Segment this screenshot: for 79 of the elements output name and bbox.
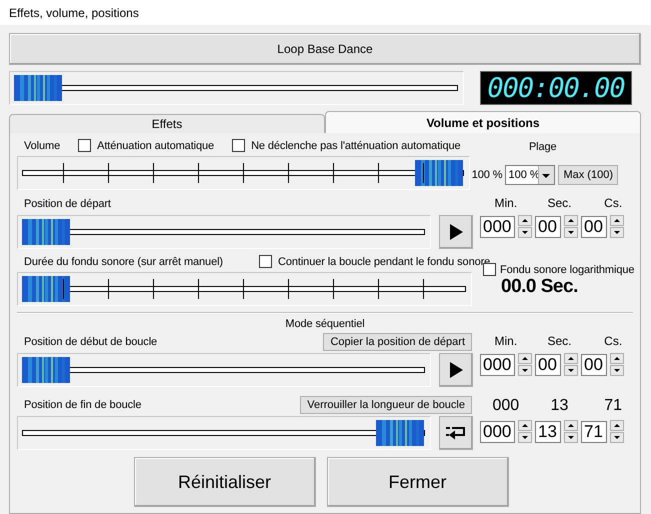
checkbox[interactable] xyxy=(232,139,246,152)
column-label: Min. xyxy=(494,196,518,210)
action-button[interactable]: Verrouiller la longueur de boucle xyxy=(300,396,472,414)
time-display: 000:00.00 xyxy=(480,71,632,105)
spin-up-button[interactable] xyxy=(564,215,578,226)
time-readout: 71 xyxy=(603,397,624,415)
spin-down-button[interactable] xyxy=(564,432,578,443)
checkbox-label: Fondu sonore logarithmique xyxy=(500,264,634,276)
play-button[interactable] xyxy=(439,215,473,249)
spin-down-button[interactable] xyxy=(518,227,532,238)
slider-thumb[interactable] xyxy=(22,219,70,245)
field-label: Position de début de boucle xyxy=(23,336,158,348)
field-label: Position de fin de boucle xyxy=(23,399,142,411)
spin-up-button[interactable] xyxy=(610,420,624,431)
spin-up-button[interactable] xyxy=(610,215,624,226)
checkbox[interactable] xyxy=(78,139,92,152)
slider-thumb[interactable] xyxy=(22,276,70,302)
play-button[interactable] xyxy=(439,353,473,387)
field-label: Durée du fondu sonore (sur arrêt manuel) xyxy=(24,256,223,268)
section-title: Mode séquentiel xyxy=(285,318,365,330)
time-field[interactable]: 13 xyxy=(535,420,561,442)
column-label: Min. xyxy=(494,334,518,348)
spin-down-button[interactable] xyxy=(610,365,624,376)
time-field[interactable]: 000 xyxy=(480,354,515,376)
column-label: Cs. xyxy=(603,334,624,348)
time-field[interactable]: 71 xyxy=(581,420,607,442)
spin-down-button[interactable] xyxy=(564,365,578,376)
play-icon xyxy=(449,362,463,378)
spin-down-button[interactable] xyxy=(564,227,578,238)
tab[interactable]: Volume et positions xyxy=(325,111,641,133)
spin-up-button[interactable] xyxy=(518,420,532,431)
slider-track[interactable] xyxy=(17,215,431,249)
loop-icon xyxy=(446,426,466,440)
slider-track[interactable] xyxy=(17,156,470,190)
close-button[interactable]: Fermer xyxy=(326,457,508,507)
checkbox-label: Ne déclenche pas l'atténuation automatique xyxy=(251,140,461,152)
spin-up-button[interactable] xyxy=(564,353,578,364)
field-label: Position de départ xyxy=(23,198,111,210)
time-field[interactable]: 000 xyxy=(480,420,515,442)
spin-up-button[interactable] xyxy=(518,353,532,364)
column-label: Sec. xyxy=(546,334,573,348)
checkbox-label: Atténuation automatique xyxy=(97,140,214,152)
slider-thumb[interactable] xyxy=(376,420,424,446)
spin-up-button[interactable] xyxy=(564,420,578,431)
volume-reading: 100 % xyxy=(472,169,502,181)
play-icon xyxy=(449,224,463,240)
time-readout: 13 xyxy=(550,397,570,415)
window-title: Effets, volume, positions xyxy=(0,0,651,25)
time-field[interactable]: 000 xyxy=(480,216,515,238)
time-field[interactable]: 00 xyxy=(535,216,561,238)
slider-track[interactable] xyxy=(9,71,464,105)
time-field[interactable]: 00 xyxy=(581,216,607,238)
max-button[interactable]: Max (100) xyxy=(558,165,618,185)
field-label: Volume xyxy=(24,140,60,152)
spin-up-button[interactable] xyxy=(610,353,624,364)
spin-down-button[interactable] xyxy=(518,432,532,443)
track-button[interactable]: Loop Base Dance xyxy=(9,33,641,65)
slider-thumb[interactable] xyxy=(22,357,70,383)
action-button[interactable]: Copier la position de départ xyxy=(323,333,472,351)
spin-down-button[interactable] xyxy=(518,365,532,376)
fade-duration: 00.0 Sec. xyxy=(500,276,579,298)
slider-track[interactable] xyxy=(17,416,431,450)
column-label: Sec. xyxy=(546,196,573,210)
spin-down-button[interactable] xyxy=(610,432,624,443)
reset-button[interactable]: Réinitialiser xyxy=(134,457,316,507)
checkbox[interactable] xyxy=(259,255,272,268)
slider-thumb[interactable] xyxy=(14,75,62,101)
spin-up-button[interactable] xyxy=(518,215,532,226)
slider-thumb[interactable] xyxy=(414,160,463,186)
tab[interactable]: Effets xyxy=(9,114,325,133)
time-field[interactable]: 00 xyxy=(581,354,607,376)
time-field[interactable]: 00 xyxy=(535,354,561,376)
range-label: Plage xyxy=(528,141,558,153)
loop-button[interactable] xyxy=(439,416,473,450)
column-label: Cs. xyxy=(603,196,624,210)
spin-down-button[interactable] xyxy=(610,227,624,238)
time-readout: 000 xyxy=(491,397,520,415)
slider-track[interactable] xyxy=(17,353,431,387)
slider-track[interactable] xyxy=(17,272,472,306)
